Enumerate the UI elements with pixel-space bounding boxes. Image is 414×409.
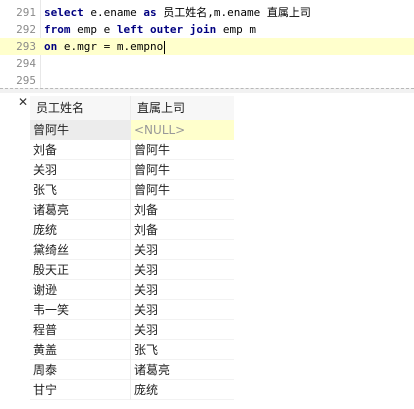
result-panel: ✕ 员工姓名 直属上司 曾阿牛 <NULL> 刘备 曾阿牛 关羽 曾阿牛 张飞 曾阿牛 诸葛亮刘… bbox=[0, 93, 414, 409]
code-token: emp m bbox=[216, 23, 256, 36]
cell-manager-name[interactable]: 刘备 bbox=[131, 200, 234, 220]
table-row[interactable]: 黛绮丝 关羽 bbox=[30, 240, 234, 260]
table-row[interactable]: 程普 关羽 bbox=[30, 320, 234, 340]
cell-employee-name[interactable]: 韦一笑 bbox=[30, 300, 131, 320]
text-caret bbox=[164, 40, 166, 54]
line-number: 294 bbox=[16, 57, 36, 70]
code-token: emp e bbox=[70, 23, 117, 36]
cell-manager-name[interactable]: 曾阿牛 bbox=[131, 160, 234, 180]
table-row[interactable]: 殷天正 关羽 bbox=[30, 260, 234, 280]
cell-employee-name[interactable]: 曾阿牛 bbox=[30, 120, 131, 140]
table-row[interactable]: 张飞 曾阿牛 bbox=[30, 180, 234, 200]
cell-manager-name[interactable]: 关羽 bbox=[131, 260, 234, 280]
code-text: from emp e left outer join emp m bbox=[44, 21, 256, 38]
table-row[interactable]: 曾阿牛 <NULL> bbox=[30, 120, 234, 140]
cell-manager-name[interactable]: 关羽 bbox=[131, 300, 234, 320]
code-text: select e.ename as 员工姓名,m.ename 直属上司 bbox=[44, 4, 311, 21]
table-row[interactable]: 谢逊 关羽 bbox=[30, 280, 234, 300]
cell-manager-name[interactable]: 关羽 bbox=[131, 320, 234, 340]
code-token: 直属上司 bbox=[266, 6, 311, 19]
table-row[interactable]: 甘宁 庞统 bbox=[30, 380, 234, 400]
cell-employee-name[interactable]: 张飞 bbox=[30, 180, 131, 200]
cell-manager-name[interactable]: 关羽 bbox=[131, 240, 234, 260]
close-results-icon[interactable]: ✕ bbox=[16, 95, 30, 109]
cell-employee-name[interactable]: 黛绮丝 bbox=[30, 240, 131, 260]
cell-employee-name[interactable]: 关羽 bbox=[30, 160, 131, 180]
code-text: on e.mgr = m.empno bbox=[44, 38, 166, 55]
cell-employee-name[interactable]: 程普 bbox=[30, 320, 131, 340]
code-token: e.ename bbox=[83, 6, 144, 19]
cell-employee-name[interactable]: 庞统 bbox=[30, 220, 131, 240]
line-number: 295 bbox=[16, 74, 36, 87]
sql-keyword: as bbox=[143, 6, 157, 19]
cell-manager-name[interactable]: 刘备 bbox=[131, 220, 234, 240]
line-number: 293 bbox=[16, 40, 36, 53]
table-row[interactable]: 韦一笑 关羽 bbox=[30, 300, 234, 320]
code-line[interactable]: 295 bbox=[0, 72, 414, 89]
cell-manager-name[interactable]: <NULL> bbox=[131, 120, 234, 140]
cell-manager-name[interactable]: 关羽 bbox=[131, 280, 234, 300]
table-row[interactable]: 诸葛亮 刘备 bbox=[30, 200, 234, 220]
cell-manager-name[interactable]: 庞统 bbox=[131, 380, 234, 400]
code-token: ,m.ename bbox=[207, 6, 267, 19]
column-header-manager[interactable]: 直属上司 bbox=[131, 96, 234, 120]
cell-employee-name[interactable]: 刘备 bbox=[30, 140, 131, 160]
sql-keyword: select bbox=[44, 6, 84, 19]
table-row[interactable]: 庞统 刘备 bbox=[30, 220, 234, 240]
line-number: 292 bbox=[16, 23, 36, 36]
column-header-employee-name[interactable]: 员工姓名 bbox=[30, 96, 131, 120]
cell-employee-name[interactable]: 殷天正 bbox=[30, 260, 131, 280]
cell-employee-name[interactable]: 诸葛亮 bbox=[30, 200, 131, 220]
code-line[interactable]: 291 select e.ename as 员工姓名,m.ename 直属上司 bbox=[0, 4, 414, 21]
table-row[interactable]: 刘备 曾阿牛 bbox=[30, 140, 234, 160]
cell-employee-name[interactable]: 甘宁 bbox=[30, 380, 131, 400]
code-token: 员工姓名 bbox=[163, 6, 208, 19]
cell-employee-name[interactable]: 周泰 bbox=[30, 360, 131, 380]
cell-manager-name[interactable]: 诸葛亮 bbox=[131, 360, 234, 380]
cell-manager-name[interactable]: 曾阿牛 bbox=[131, 180, 234, 200]
code-line[interactable]: 293 on e.mgr = m.empno bbox=[0, 38, 414, 55]
table-row[interactable]: 黄盖 张飞 bbox=[30, 340, 234, 360]
code-line[interactable]: 292 from emp e left outer join emp m bbox=[0, 21, 414, 38]
grid-header-row: 员工姓名 直属上司 bbox=[30, 96, 234, 120]
table-row[interactable]: 周泰 诸葛亮 bbox=[30, 360, 234, 380]
sql-keyword: left outer join bbox=[116, 23, 217, 36]
code-line[interactable]: 294 bbox=[0, 55, 414, 72]
cell-employee-name[interactable]: 谢逊 bbox=[30, 280, 131, 300]
sql-keyword: from bbox=[44, 23, 71, 36]
cell-manager-name[interactable]: 曾阿牛 bbox=[131, 140, 234, 160]
code-token: e.mgr = m.empno bbox=[57, 40, 164, 53]
sql-editor[interactable]: 291 select e.ename as 员工姓名,m.ename 直属上司 29… bbox=[0, 0, 414, 88]
cell-manager-name[interactable]: 张飞 bbox=[131, 340, 234, 360]
sql-keyword: on bbox=[44, 40, 58, 53]
line-number: 291 bbox=[16, 6, 36, 19]
table-row[interactable]: 关羽 曾阿牛 bbox=[30, 160, 234, 180]
result-grid[interactable]: 员工姓名 直属上司 曾阿牛 <NULL> 刘备 曾阿牛 关羽 曾阿牛 张飞 曾阿牛 诸葛亮 刘备庞… bbox=[30, 96, 234, 400]
cell-employee-name[interactable]: 黄盖 bbox=[30, 340, 131, 360]
